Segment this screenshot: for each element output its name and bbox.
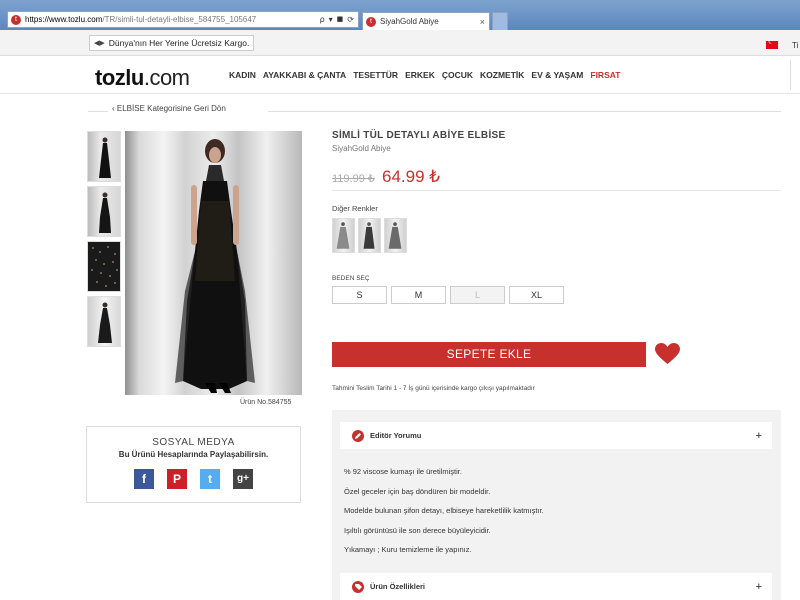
tab-title: SiyahGold Abiye bbox=[380, 17, 439, 26]
size-button-xl[interactable]: XL bbox=[509, 286, 564, 304]
nav-item-ev-yasam[interactable]: EV & YAŞAM bbox=[531, 70, 583, 80]
editor-review-body: % 92 viscose kumaşı ile üretilmiştir. Öz… bbox=[344, 467, 544, 565]
color-swatch[interactable] bbox=[358, 218, 381, 253]
nav-item-kadin[interactable]: KADIN bbox=[229, 70, 256, 80]
color-swatches bbox=[332, 218, 407, 253]
divider-line bbox=[268, 111, 781, 112]
tag-icon bbox=[352, 580, 364, 593]
product-thumbnail[interactable] bbox=[87, 186, 121, 237]
expand-plus-icon[interactable]: + bbox=[756, 581, 762, 593]
product-subtitle: SiyahGold Abiye bbox=[332, 144, 391, 153]
address-bar[interactable]: t https://www.tozlu.com/TR/simli-tul-det… bbox=[7, 11, 359, 28]
color-swatch[interactable] bbox=[332, 218, 355, 253]
shipping-text: Dünya'nın Her Yerine Ücretsiz Kargo. bbox=[108, 38, 250, 48]
shipping-banner: ◀▶ Dünya'nın Her Yerine Ücretsiz Kargo. bbox=[89, 35, 255, 51]
add-to-cart-button[interactable]: SEPETE EKLE bbox=[332, 342, 646, 367]
editor-review-header[interactable]: Editör Yorumu + bbox=[340, 422, 772, 449]
googleplus-icon[interactable]: g+ bbox=[233, 469, 253, 489]
carousel-arrows-icon[interactable]: ◀▶ bbox=[94, 39, 105, 47]
editor-line: % 92 viscose kumaşı ile üretilmiştir. bbox=[344, 467, 462, 476]
editor-line: Yıkamayı ; Kuru temizleme ile yapınız. bbox=[344, 545, 472, 554]
lock-icon: ■ bbox=[336, 15, 344, 23]
old-price: 119.99 ₺ bbox=[332, 173, 375, 185]
back-row: ‹ ELBİSE Kategorisine Geri Dön bbox=[88, 104, 781, 118]
url-path: /TR/simli-tul-detayli-elbise_584755_1056… bbox=[102, 15, 257, 24]
browser-toolbar: t https://www.tozlu.com/TR/simli-tul-det… bbox=[0, 0, 800, 30]
utility-bar: ◀▶ Dünya'nın Her Yerine Ücretsiz Kargo. bbox=[0, 30, 800, 56]
nav-item-tesettur[interactable]: TESETTÜR bbox=[353, 70, 398, 80]
dropdown-icon[interactable]: ▾ bbox=[329, 15, 333, 24]
thumbnail-list bbox=[87, 131, 121, 351]
back-to-category-link[interactable]: ‹ ELBİSE Kategorisine Geri Dön bbox=[108, 104, 230, 113]
pinterest-icon[interactable]: P bbox=[167, 469, 187, 489]
address-url[interactable]: https://www.tozlu.com/TR/simli-tul-detay… bbox=[25, 15, 320, 24]
editor-line: Özel geceler için baş döndüren bir model… bbox=[344, 486, 491, 496]
url-host: https://www.tozlu.com bbox=[25, 15, 103, 24]
side-scrollbar[interactable] bbox=[790, 60, 800, 90]
size-button-m[interactable]: M bbox=[391, 286, 446, 304]
social-media-box: SOSYAL MEDYA Bu Ürünü Hesaplarında Payla… bbox=[86, 426, 301, 503]
divider-line bbox=[332, 190, 781, 191]
site-logo[interactable]: tozlu.com bbox=[95, 65, 190, 91]
product-features-header[interactable]: Ürün Özellikleri + bbox=[340, 573, 772, 600]
divider-line bbox=[88, 111, 108, 112]
nav-item-firsat[interactable]: FIRSAT bbox=[590, 70, 620, 80]
color-swatch[interactable] bbox=[384, 218, 407, 253]
pencil-icon bbox=[352, 429, 364, 442]
tab-favicon-icon: t bbox=[366, 16, 376, 27]
nav-item-ayakkabi-canta[interactable]: AYAKKABI & ÇANTA bbox=[263, 70, 346, 80]
product-number: Ürün No.584755 bbox=[240, 399, 292, 406]
size-button-s[interactable]: S bbox=[332, 286, 387, 304]
product-main-image[interactable] bbox=[125, 131, 302, 395]
nav-item-kozmetik[interactable]: KOZMETİK bbox=[480, 70, 524, 80]
size-button-l: L bbox=[450, 286, 505, 304]
editor-review-label: Editör Yorumu bbox=[370, 431, 422, 440]
turkey-flag-icon bbox=[766, 38, 778, 49]
social-subtitle: Bu Ürünü Hesaplarında Paylaşabilirsin. bbox=[118, 450, 269, 459]
size-options: S M L XL bbox=[332, 286, 564, 304]
product-features-label: Ürün Özellikleri bbox=[370, 582, 426, 591]
logo-suffix: .com bbox=[143, 65, 190, 90]
expand-plus-icon[interactable]: + bbox=[756, 430, 762, 442]
site-favicon-icon: t bbox=[11, 14, 21, 25]
size-select-label: BEDEN SEÇ bbox=[332, 275, 370, 282]
logo-main: tozlu bbox=[95, 65, 144, 90]
country-selector[interactable]: Ti bbox=[766, 37, 800, 53]
other-colors-label: Diğer Renkler bbox=[332, 204, 378, 213]
search-icon[interactable]: ρ bbox=[320, 15, 325, 24]
editor-line: Modelde bulunan şifon detayı, elbiseye h… bbox=[344, 506, 544, 515]
country-label: Ti bbox=[792, 40, 799, 50]
sale-price: 64.99 ₺ bbox=[382, 167, 441, 186]
refresh-icon[interactable]: ⟳ bbox=[347, 15, 354, 24]
delivery-info: Tahmini Teslim Tarihi 1 - 7 İş günü içer… bbox=[332, 385, 535, 392]
site-header: tozlu.com KADIN AYAKKABI & ÇANTA TESETTÜ… bbox=[0, 56, 800, 94]
product-thumbnail[interactable] bbox=[87, 131, 121, 182]
favorite-heart-icon[interactable] bbox=[655, 343, 680, 365]
nav-item-erkek[interactable]: ERKEK bbox=[405, 70, 435, 80]
browser-tab[interactable]: t SiyahGold Abiye × bbox=[362, 12, 490, 30]
social-title: SOSYAL MEDYA bbox=[152, 437, 235, 448]
facebook-icon[interactable]: f bbox=[134, 469, 154, 489]
twitter-icon[interactable]: t bbox=[200, 469, 220, 489]
tab-close-icon[interactable]: × bbox=[480, 17, 485, 27]
nav-item-cocuk[interactable]: ÇOCUK bbox=[442, 70, 473, 80]
product-title: SİMLİ TÜL DETAYLI ABİYE ELBİSE bbox=[332, 130, 506, 141]
editor-line: Işıltılı görüntüsü ile son derece büyüle… bbox=[344, 525, 491, 535]
product-thumbnail[interactable] bbox=[87, 241, 121, 292]
product-thumbnail[interactable] bbox=[87, 296, 121, 347]
main-nav: KADIN AYAKKABI & ÇANTA TESETTÜR ERKEK ÇO… bbox=[229, 70, 620, 80]
new-tab-button[interactable] bbox=[492, 12, 508, 30]
